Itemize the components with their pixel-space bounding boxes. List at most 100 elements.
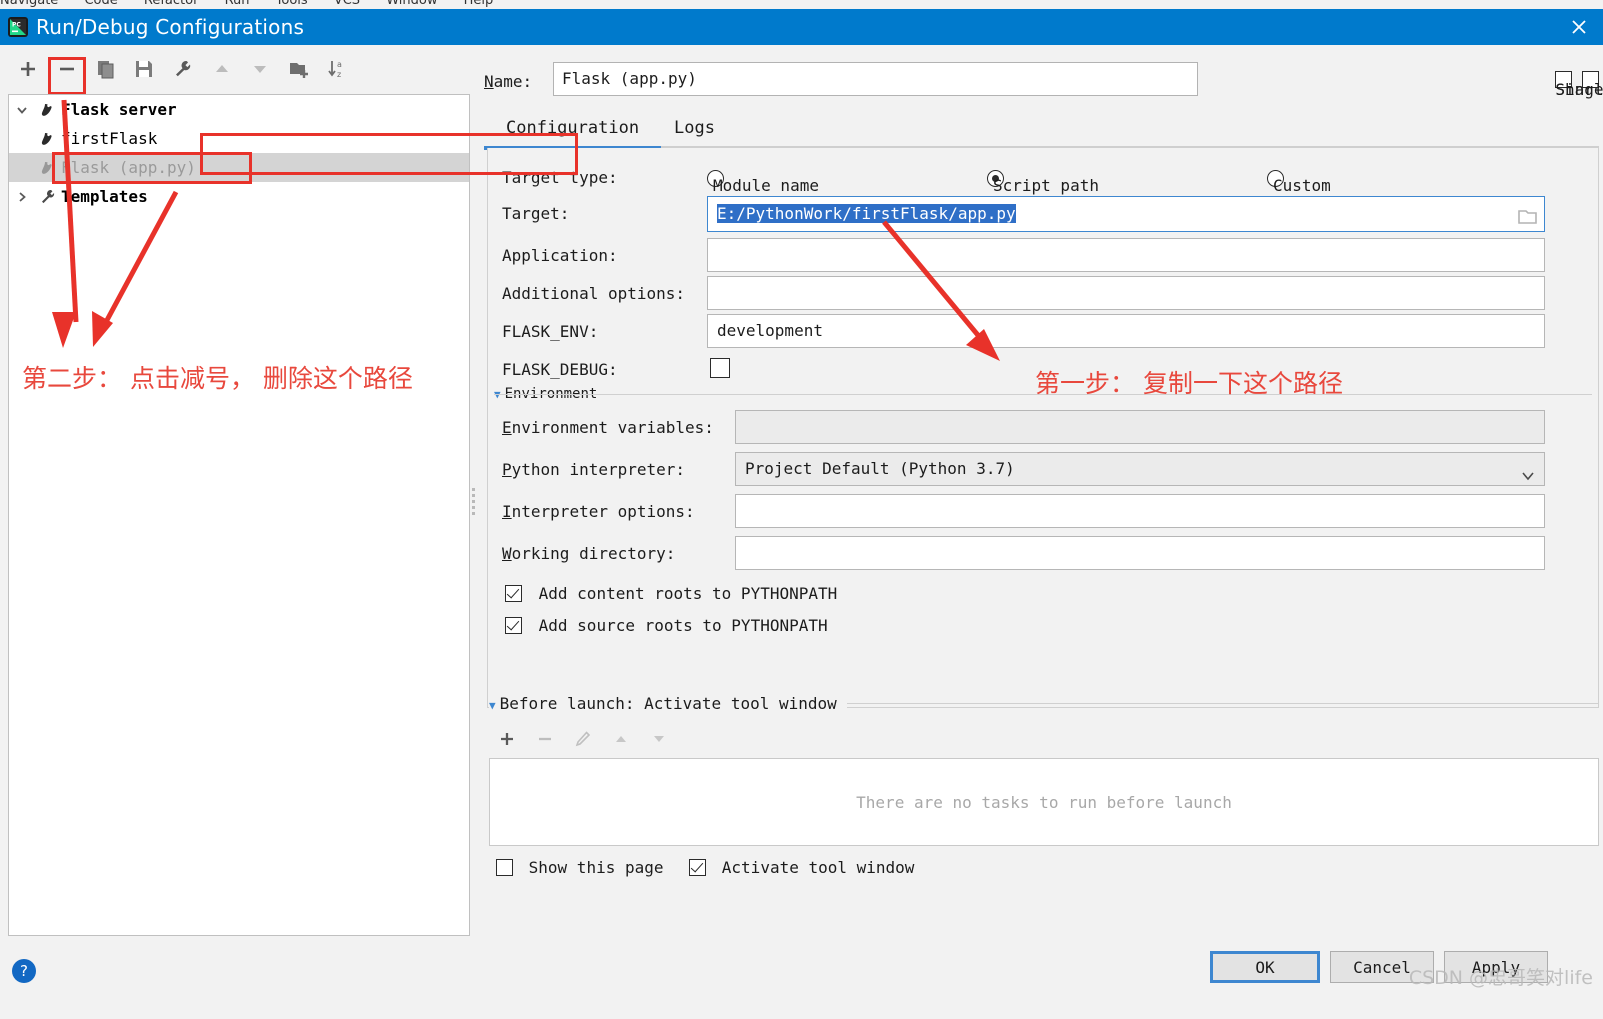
name-input[interactable]: Flask (app.py) bbox=[553, 62, 1198, 96]
target-input-value: E:/PythonWork/firstFlask/app.py bbox=[717, 204, 1016, 223]
before-launch-tasks-list[interactable]: There are no tasks to run before launch bbox=[489, 758, 1599, 846]
dialog-title-bar: PC Run/Debug Configurations bbox=[0, 9, 1603, 45]
radio-module-name-label: Module name bbox=[713, 176, 819, 195]
tree-node-label: Flask (app.py) bbox=[61, 158, 196, 177]
page-title: Run/Debug Configurations bbox=[36, 15, 305, 39]
add-configuration-button[interactable] bbox=[10, 51, 46, 87]
add-content-roots-row[interactable]: Add content roots to PYTHONPATH bbox=[505, 584, 837, 603]
copy-configuration-icon[interactable] bbox=[88, 51, 124, 87]
bottom-options: Show this page Activate tool window bbox=[496, 858, 930, 877]
apply-button[interactable]: Apply bbox=[1444, 951, 1548, 983]
cancel-button[interactable]: Cancel bbox=[1330, 951, 1434, 983]
tree-node-firstflask[interactable]: firstFlask bbox=[9, 124, 469, 153]
add-content-roots-checkbox[interactable] bbox=[505, 585, 522, 602]
before-launch-remove-button[interactable] bbox=[530, 724, 560, 754]
arrow-down-icon[interactable] bbox=[242, 51, 278, 87]
configurations-toolbar: a z bbox=[0, 45, 480, 93]
target-type-row: Target type: Module name Script path Cus… bbox=[502, 160, 1582, 195]
flask-env-row: FLASK_ENV: development bbox=[502, 314, 1582, 348]
target-label: Target: bbox=[502, 204, 570, 223]
ok-button[interactable]: OK bbox=[1210, 951, 1320, 983]
interpreter-options-label: Interpreter options: bbox=[502, 502, 695, 521]
tree-node-label: Flask server bbox=[61, 100, 177, 119]
chevron-down-icon[interactable] bbox=[1520, 462, 1536, 485]
caret-down-icon[interactable]: ▼ bbox=[489, 699, 496, 712]
name-label: Name: bbox=[484, 72, 533, 91]
add-source-roots-checkbox[interactable] bbox=[505, 617, 522, 634]
close-icon[interactable] bbox=[1565, 13, 1593, 41]
radio-custom-label: Custom bbox=[1273, 176, 1331, 195]
show-this-page-label: Show this page bbox=[528, 858, 664, 877]
python-interpreter-value: Project Default (Python 3.7) bbox=[745, 459, 1015, 478]
application-input[interactable] bbox=[707, 238, 1545, 272]
before-launch-move-down-icon[interactable] bbox=[644, 724, 674, 754]
menu-item-tools[interactable]: Tools bbox=[276, 0, 308, 8]
tree-node-label: firstFlask bbox=[61, 129, 158, 148]
interpreter-options-input[interactable] bbox=[735, 494, 1545, 528]
new-folder-icon[interactable] bbox=[281, 51, 317, 87]
pycharm-icon: PC bbox=[8, 17, 28, 37]
flask-debug-checkbox[interactable] bbox=[710, 358, 730, 378]
pencil-icon[interactable] bbox=[568, 724, 598, 754]
menu-item-refactor[interactable]: Refactor bbox=[144, 0, 199, 8]
show-this-page-checkbox[interactable] bbox=[496, 859, 513, 876]
configurations-tree[interactable]: Flask server firstFlask Flask (app.py) T… bbox=[8, 94, 470, 936]
before-launch-label: Before launch: Activate tool window bbox=[499, 694, 837, 713]
flask-env-label: FLASK_ENV: bbox=[502, 322, 599, 341]
panel-splitter-handle[interactable] bbox=[470, 485, 478, 515]
before-launch-header[interactable]: ▼ Before launch: Activate tool window bbox=[489, 694, 847, 713]
chevron-down-icon[interactable] bbox=[9, 103, 35, 117]
working-directory-label: Working directory: bbox=[502, 544, 676, 563]
chevron-right-icon[interactable] bbox=[9, 190, 35, 204]
browse-folder-icon[interactable] bbox=[1518, 204, 1538, 231]
environment-variables-input[interactable] bbox=[735, 410, 1545, 444]
interpreter-options-row: Interpreter options: bbox=[502, 494, 1582, 528]
menu-item-code[interactable]: Code bbox=[84, 0, 117, 8]
environment-variables-row: Environment variables: bbox=[502, 410, 1582, 444]
menu-item-run[interactable]: Run bbox=[225, 0, 250, 8]
menu-item-navigate[interactable]: Navigate bbox=[0, 0, 58, 8]
target-row: Target: E:/PythonWork/firstFlask/app.py bbox=[502, 196, 1582, 232]
additional-options-input[interactable] bbox=[707, 276, 1545, 310]
help-button[interactable]: ? bbox=[12, 959, 36, 983]
before-launch-add-button[interactable] bbox=[492, 724, 522, 754]
wrench-icon bbox=[35, 188, 61, 206]
before-launch-move-up-icon[interactable] bbox=[606, 724, 636, 754]
svg-text:PC: PC bbox=[12, 22, 21, 29]
before-launch-empty-text: There are no tasks to run before launch bbox=[856, 792, 1232, 812]
menu-item-vcs[interactable]: VCS bbox=[334, 0, 360, 8]
application-row: Application: bbox=[502, 238, 1582, 272]
single-instance-label: Single instance only bbox=[1555, 80, 1603, 99]
working-directory-input[interactable] bbox=[735, 536, 1545, 570]
menu-item-window[interactable]: Window bbox=[386, 0, 437, 8]
tab-bar: Configuration Logs bbox=[483, 110, 1599, 150]
python-interpreter-select[interactable]: Project Default (Python 3.7) bbox=[735, 452, 1545, 486]
arrow-up-icon[interactable] bbox=[204, 51, 240, 87]
name-row: Name: Flask (app.py) Share Single instan… bbox=[484, 62, 1603, 99]
add-source-roots-row[interactable]: Add source roots to PYTHONPATH bbox=[505, 616, 828, 635]
sort-alpha-icon[interactable]: a z bbox=[319, 51, 355, 87]
save-configuration-icon[interactable] bbox=[126, 51, 162, 87]
tab-logs[interactable]: Logs bbox=[674, 110, 715, 150]
flask-icon bbox=[35, 130, 61, 148]
remove-configuration-button[interactable] bbox=[49, 51, 85, 87]
environment-variables-label: Environment variables: bbox=[502, 418, 714, 437]
radio-script-path-label: Script path bbox=[993, 176, 1099, 195]
configuration-panel: Target type: Module name Script path Cus… bbox=[487, 148, 1599, 708]
environment-group-rule bbox=[494, 394, 1592, 395]
python-interpreter-row: Python interpreter: Project Default (Pyt… bbox=[502, 452, 1582, 486]
flask-icon bbox=[35, 159, 61, 177]
tab-configuration[interactable]: Configuration bbox=[483, 110, 662, 150]
tree-node-flask-app-py[interactable]: Flask (app.py) bbox=[9, 153, 469, 182]
flask-debug-label: FLASK_DEBUG: bbox=[502, 360, 618, 379]
tree-node-flask-server[interactable]: Flask server bbox=[9, 95, 469, 124]
target-input[interactable]: E:/PythonWork/firstFlask/app.py bbox=[707, 196, 1545, 232]
wrench-icon[interactable] bbox=[165, 51, 201, 87]
tree-node-templates[interactable]: Templates bbox=[9, 182, 469, 211]
activate-tool-window-checkbox[interactable] bbox=[689, 859, 707, 876]
flask-env-input[interactable]: development bbox=[707, 314, 1545, 348]
svg-text:a: a bbox=[337, 60, 342, 69]
menu-item-help[interactable]: Help bbox=[464, 0, 494, 8]
activate-tool-window-label: Activate tool window bbox=[721, 858, 915, 877]
share-options: Share Single instance only bbox=[1555, 70, 1603, 99]
